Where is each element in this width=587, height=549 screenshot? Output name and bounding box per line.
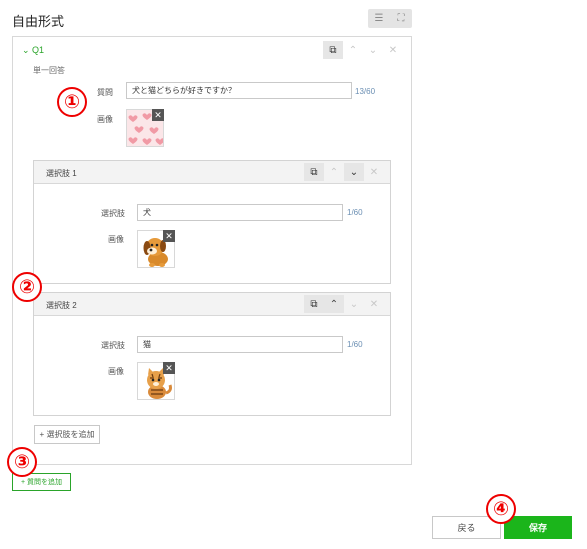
close-icon[interactable]: ✕ bbox=[364, 295, 384, 313]
add-choice-button[interactable]: + 選択肢を追加 bbox=[34, 425, 100, 444]
choice-char-counter-1: 1/60 bbox=[347, 208, 363, 217]
question-char-counter: 13/60 bbox=[355, 87, 376, 96]
remove-image-icon[interactable]: ✕ bbox=[163, 230, 175, 242]
choice-field-label-2: 選択肢 bbox=[101, 341, 125, 350]
choice-image-label-2: 画像 bbox=[108, 367, 124, 376]
move-up-icon[interactable]: ⌃ bbox=[324, 163, 344, 181]
question-input[interactable]: 犬と猫どちらが好きですか？ bbox=[126, 82, 352, 99]
question-toolbar: ⧉ ⌃ ⌄ ✕ bbox=[323, 41, 403, 59]
question-image-label: 画像 bbox=[97, 115, 113, 124]
annotation-marker-2: ② bbox=[12, 272, 42, 302]
copy-icon[interactable]: ⧉ bbox=[304, 295, 324, 313]
choice-field-label-1: 選択肢 bbox=[101, 209, 125, 218]
view-toggle: ☰ ⛶ bbox=[368, 9, 412, 28]
annotation-marker-1: ① bbox=[57, 87, 87, 117]
remove-image-icon[interactable]: ✕ bbox=[152, 109, 164, 121]
annotation-marker-3: ③ bbox=[7, 447, 37, 477]
choice-toolbar-2: ⧉ ⌃ ⌄ ✕ bbox=[304, 295, 384, 313]
choice-input-2[interactable]: 猫 bbox=[137, 336, 343, 353]
close-icon[interactable]: ✕ bbox=[383, 41, 403, 59]
question-toggle[interactable]: ⌄ Q1 bbox=[22, 45, 44, 56]
choice-toolbar-1: ⧉ ⌃ ⌄ ✕ bbox=[304, 163, 384, 181]
copy-icon[interactable]: ⧉ bbox=[304, 163, 324, 181]
move-down-icon[interactable]: ⌄ bbox=[363, 41, 383, 59]
annotation-marker-4: ④ bbox=[486, 494, 516, 524]
copy-icon[interactable]: ⧉ bbox=[323, 41, 343, 59]
choice-image-label-1: 画像 bbox=[108, 235, 124, 244]
choice-char-counter-2: 1/60 bbox=[347, 340, 363, 349]
remove-image-icon[interactable]: ✕ bbox=[163, 362, 175, 374]
choice-input-1[interactable]: 犬 bbox=[137, 204, 343, 221]
choice-title-1: 選択肢 1 bbox=[46, 169, 77, 178]
move-up-icon[interactable]: ⌃ bbox=[324, 295, 344, 313]
fullscreen-icon[interactable]: ⛶ bbox=[390, 9, 412, 28]
save-button[interactable]: 保存 bbox=[504, 516, 572, 539]
close-icon[interactable]: ✕ bbox=[364, 163, 384, 181]
move-down-icon[interactable]: ⌄ bbox=[344, 295, 364, 313]
question-field-label: 質問 bbox=[97, 88, 113, 97]
move-down-icon[interactable]: ⌄ bbox=[344, 163, 364, 181]
page-title: 自由形式 bbox=[12, 14, 65, 29]
move-up-icon[interactable]: ⌃ bbox=[343, 41, 363, 59]
question-type-label: 単一回答 bbox=[33, 66, 65, 75]
choice-title-2: 選択肢 2 bbox=[46, 301, 77, 310]
list-view-icon[interactable]: ☰ bbox=[368, 9, 390, 28]
